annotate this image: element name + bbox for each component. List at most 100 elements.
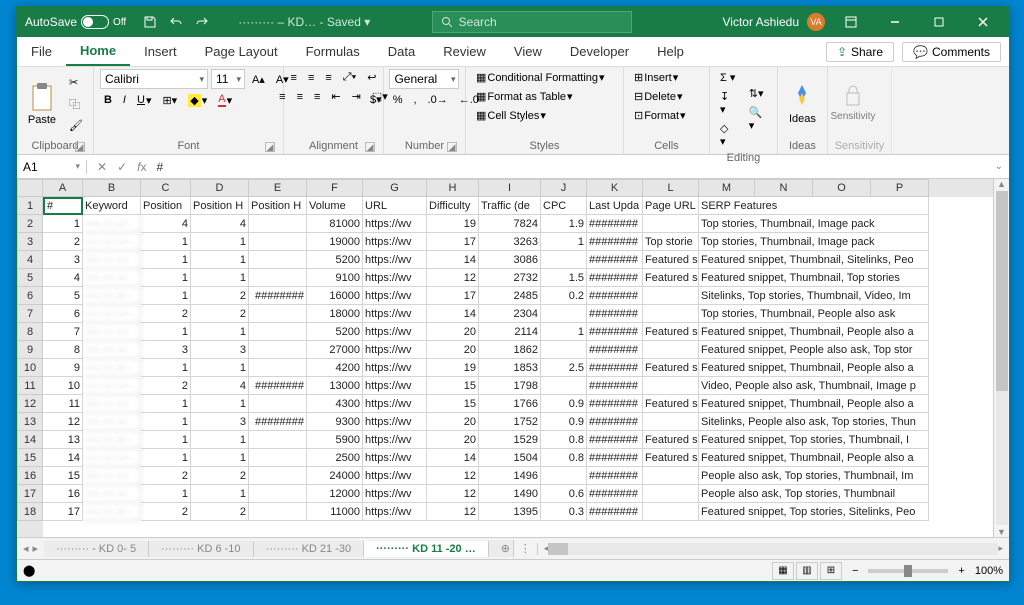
cancel-formula-icon[interactable]: ✕ — [97, 160, 107, 174]
cell[interactable]: 0.8 — [541, 449, 587, 467]
share-button[interactable]: ⇪Share — [826, 42, 894, 62]
cell[interactable]: 2732 — [479, 269, 541, 287]
cell[interactable]: 13 — [43, 431, 83, 449]
row-header[interactable]: 11 — [17, 377, 43, 395]
cut-icon[interactable]: ✂ — [65, 74, 87, 91]
cell[interactable]: 17 — [427, 287, 479, 305]
cell[interactable]: 7824 — [479, 215, 541, 233]
cell[interactable] — [643, 287, 699, 305]
zoom-in-button[interactable]: + — [958, 565, 964, 577]
cell[interactable]: Featured snippet, Thumbnail, People also… — [699, 323, 929, 341]
cell[interactable]: 12 — [43, 413, 83, 431]
cell[interactable]: 9100 — [307, 269, 363, 287]
col-header-M[interactable]: M — [699, 179, 755, 197]
align-left-icon[interactable]: ≡ — [275, 89, 289, 105]
cell[interactable]: 5200 — [307, 323, 363, 341]
cell[interactable] — [643, 503, 699, 521]
delete-cells-button[interactable]: ⊟ Delete ▾ — [630, 88, 687, 105]
sheet-tab-2[interactable]: ········· KD 6 -10 — [149, 541, 253, 557]
cell[interactable]: 1766 — [479, 395, 541, 413]
undo-icon[interactable] — [166, 12, 186, 32]
find-select-icon[interactable]: 🔍▾ — [745, 104, 771, 134]
cell[interactable]: 3 — [191, 413, 249, 431]
search-box[interactable]: Search — [432, 11, 632, 33]
col-header-I[interactable]: I — [479, 179, 541, 197]
cell[interactable]: ···· ··· ··· — [83, 413, 141, 431]
row-header[interactable]: 13 — [17, 413, 43, 431]
cell[interactable]: ######## — [587, 269, 643, 287]
cell[interactable]: 4200 — [307, 359, 363, 377]
cell[interactable]: 1 — [191, 449, 249, 467]
col-header-D[interactable]: D — [191, 179, 249, 197]
scroll-up-icon[interactable]: ▲ — [997, 179, 1006, 189]
cell[interactable]: Top stories, Thumbnail, Image pack — [699, 233, 929, 251]
format-painter-icon[interactable]: 🖌 — [65, 117, 87, 134]
cell[interactable]: https://wv — [363, 359, 427, 377]
cell[interactable]: 17 — [43, 503, 83, 521]
toggle-switch[interactable] — [81, 15, 109, 29]
autosum-icon[interactable]: Σ ▾ — [716, 69, 741, 86]
tab-view[interactable]: View — [500, 37, 556, 66]
cell[interactable]: 81000 — [307, 215, 363, 233]
cell[interactable]: 1 — [191, 431, 249, 449]
cell[interactable]: SERP Features — [699, 197, 929, 215]
col-header-F[interactable]: F — [307, 179, 363, 197]
cell[interactable]: Position H — [191, 197, 249, 215]
zoom-level[interactable]: 100% — [975, 565, 1003, 577]
cell[interactable]: 20 — [427, 431, 479, 449]
cell[interactable]: ···· ··· ··· — [83, 503, 141, 521]
cell[interactable]: 1 — [191, 485, 249, 503]
cell[interactable]: 3 — [191, 341, 249, 359]
row-header[interactable]: 10 — [17, 359, 43, 377]
row-header[interactable]: 17 — [17, 485, 43, 503]
cell[interactable]: ···· ··· ··· — [83, 359, 141, 377]
cell[interactable]: ···· ··· ··· — [83, 251, 141, 269]
cell[interactable] — [249, 395, 307, 413]
cell[interactable]: ######## — [587, 359, 643, 377]
comments-button[interactable]: 💬Comments — [902, 42, 1001, 62]
cell[interactable]: URL — [363, 197, 427, 215]
cell[interactable]: 17 — [427, 233, 479, 251]
cell[interactable]: 3 — [141, 341, 191, 359]
cell[interactable]: 1 — [141, 323, 191, 341]
cell[interactable]: ···· ··· ··· — [83, 323, 141, 341]
cell[interactable]: 0.2 — [541, 287, 587, 305]
cell[interactable]: Featured snippet, Top stories, Thumbnail… — [699, 431, 929, 449]
cell[interactable]: Featured snippet, Top stories, Sitelinks… — [699, 503, 929, 521]
cell[interactable]: 2 — [141, 467, 191, 485]
cell[interactable]: ···· ··· ··· — [83, 449, 141, 467]
col-header-O[interactable]: O — [813, 179, 871, 197]
cell[interactable]: 2 — [191, 503, 249, 521]
hscroll-thumb[interactable] — [548, 543, 568, 555]
cell[interactable]: 2 — [191, 305, 249, 323]
col-header-B[interactable]: B — [83, 179, 141, 197]
cell[interactable]: 0.9 — [541, 395, 587, 413]
cell[interactable] — [249, 359, 307, 377]
row-header[interactable]: 7 — [17, 305, 43, 323]
cell[interactable]: 1 — [141, 449, 191, 467]
redo-icon[interactable] — [192, 12, 212, 32]
row-header[interactable]: 18 — [17, 503, 43, 521]
cell[interactable]: 19 — [427, 359, 479, 377]
col-header-N[interactable]: N — [755, 179, 813, 197]
cell[interactable]: https://wv — [363, 395, 427, 413]
col-header-A[interactable]: A — [43, 179, 83, 197]
cell[interactable]: https://wv — [363, 467, 427, 485]
cell[interactable]: 13000 — [307, 377, 363, 395]
col-header-L[interactable]: L — [643, 179, 699, 197]
cell[interactable]: 4 — [141, 215, 191, 233]
cell[interactable]: 6 — [43, 305, 83, 323]
cell[interactable]: 4300 — [307, 395, 363, 413]
align-middle-icon[interactable]: ≡ — [304, 70, 318, 86]
percent-icon[interactable]: % — [389, 92, 407, 108]
cell[interactable]: Top stories, Thumbnail, Image pack — [699, 215, 929, 233]
cell[interactable]: https://wv — [363, 269, 427, 287]
cell[interactable]: 15 — [427, 377, 479, 395]
sheet-tab-3[interactable]: ········· KD 21 -30 — [254, 541, 365, 557]
cell[interactable]: 5 — [43, 287, 83, 305]
number-format-select[interactable]: General — [389, 69, 459, 89]
document-name[interactable]: ········· – KD… - Saved ▾ — [218, 15, 390, 29]
format-as-table-button[interactable]: ▦ Format as Table ▾ — [472, 88, 577, 105]
cell[interactable]: 1 — [541, 233, 587, 251]
clipboard-dialog-icon[interactable]: ◢ — [75, 142, 85, 152]
